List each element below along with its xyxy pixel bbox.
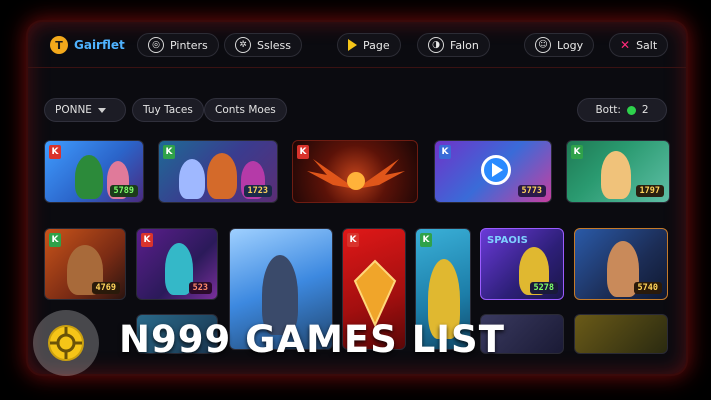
corner-badge: K [163, 145, 175, 159]
character-art [179, 159, 205, 199]
corner-badge: K [439, 145, 451, 159]
logo-icon: T [50, 36, 68, 54]
nav-item-pinters[interactable]: ◎ Pinters [137, 33, 219, 57]
close-icon: ✕ [620, 38, 631, 52]
corner-badge: K [49, 145, 61, 159]
wings-emblem-art [307, 159, 405, 190]
status-dot-icon [626, 105, 636, 115]
price-tag: 523 [188, 282, 212, 294]
price-tag: 4769 [91, 282, 120, 294]
game-tile[interactable]: K 5789 [44, 140, 144, 203]
chip-label: Conts Moes [215, 104, 276, 116]
chevron-down-icon [97, 107, 106, 113]
corner-badge: K [141, 233, 153, 247]
nav-label: Pinters [170, 38, 208, 52]
nav-label: Ssless [257, 38, 291, 52]
nav-label: Salt [636, 38, 658, 52]
nav-label: Logy [557, 38, 584, 52]
chip-label: Tuy Taces [143, 104, 193, 116]
price-tag: 1723 [243, 185, 272, 197]
category-dropdown[interactable]: PONNE [44, 98, 126, 122]
game-tile[interactable]: K 1797 [566, 140, 670, 203]
game-tile[interactable]: SPAOIS 5278 [480, 228, 564, 300]
nav-item-page[interactable]: Page [337, 33, 401, 57]
nav-label: Falon [450, 38, 479, 52]
brand-logo[interactable]: T Gairflet [40, 33, 135, 57]
game-tile[interactable]: K [292, 140, 418, 203]
bott-label: Bott: [595, 104, 621, 116]
crosshair-icon [48, 325, 84, 361]
settings-icon: ✲ [235, 37, 251, 53]
corner-badge: K [420, 233, 432, 247]
nav-label: Page [363, 38, 390, 52]
game-tile[interactable]: K 1723 [158, 140, 278, 203]
filter-chip-1[interactable]: Tuy Taces [132, 98, 204, 122]
filter-chip-2[interactable]: Conts Moes [204, 98, 287, 122]
chat-icon: ◑ [428, 37, 444, 53]
brand-name: Gairflet [74, 38, 125, 52]
price-tag: 5789 [109, 185, 138, 197]
game-tile[interactable] [574, 314, 668, 354]
corner-badge: K [571, 145, 583, 159]
price-tag: 5773 [517, 185, 546, 197]
character-art [207, 153, 237, 199]
game-tile[interactable]: K 4769 [44, 228, 126, 300]
play-icon [348, 39, 357, 51]
play-button-icon [481, 155, 511, 185]
nav-item-salt[interactable]: ✕ Salt [609, 33, 669, 57]
tile-title: SPAOIS [487, 235, 528, 246]
dropdown-value: PONNE [55, 104, 92, 116]
overlay-title: N999 GAMES LIST [119, 318, 505, 361]
character-art [75, 155, 103, 199]
game-tile[interactable]: 5740 [574, 228, 668, 300]
bott-counter[interactable]: Bott: 2 [577, 98, 667, 122]
corner-badge: K [49, 233, 61, 247]
top-nav: T Gairflet ◎ Pinters ✲ Ssless Page ◑ Fal… [28, 22, 686, 68]
price-tag: 5740 [633, 282, 662, 294]
user-icon: ☺ [535, 37, 551, 53]
character-art [601, 151, 631, 199]
bott-count: 2 [641, 104, 649, 116]
game-tile[interactable]: K 5773 [434, 140, 552, 203]
nav-item-ssless[interactable]: ✲ Ssless [224, 33, 302, 57]
watermark-logo [33, 310, 99, 376]
gamepad-icon: ◎ [148, 37, 164, 53]
game-tile[interactable]: K 523 [136, 228, 218, 300]
nav-item-logy[interactable]: ☺ Logy [524, 33, 595, 57]
price-tag: 5278 [529, 282, 558, 294]
nav-item-falon[interactable]: ◑ Falon [417, 33, 490, 57]
price-tag: 1797 [635, 185, 664, 197]
